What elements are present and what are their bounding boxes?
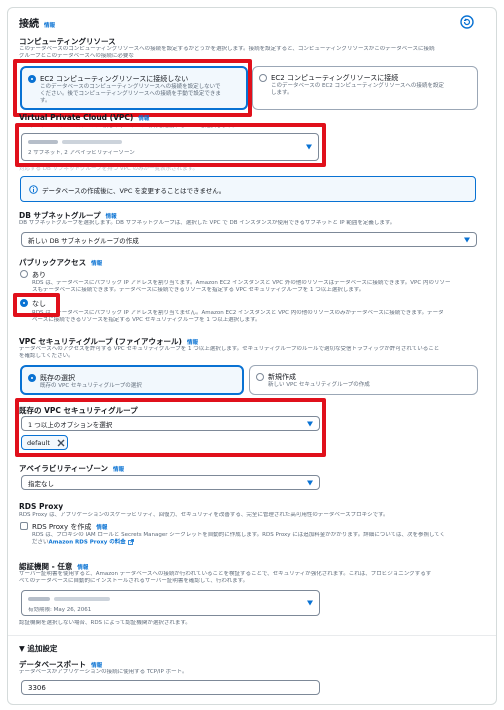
proxy-title: RDS Proxy — [19, 502, 64, 511]
connectivity-panel: 接続 情報 コンピューティングリソース このデータベースのコンピューティングリソー… — [7, 7, 497, 705]
radio-no-connect[interactable] — [28, 75, 36, 83]
additional-settings-toggle[interactable]: ▼ 追加設定 — [19, 643, 57, 654]
radio-connect[interactable] — [259, 74, 267, 82]
vpc-name-redacted — [28, 140, 58, 144]
vpc-desc: このデータベース インスタンスの仮想ネットワーク環境を定義する VPC を選択し… — [19, 123, 238, 129]
sg-existing-desc: 既存の VPC セキュリティグループの選択 — [40, 383, 142, 389]
option-no-connect-desc-2: ください。後でコンピューティングリソースへの接続を手動で設定できま — [40, 91, 221, 97]
option-no-connect-desc-3: す。 — [40, 98, 51, 104]
vpc-select[interactable]: 2 サブネット, 2 アベイラビリティーゾーン — [21, 133, 319, 161]
option-connect-title: EC2 コンピューティングリソースに接続 — [271, 74, 399, 82]
radio-sg-existing[interactable] — [28, 374, 36, 382]
port-title: データベースポート — [19, 660, 87, 669]
compute-option-no-connect[interactable]: EC2 コンピューティングリソースに接続しない このデータベースのコンピューティ… — [20, 66, 248, 110]
public-yes-desc-2: スもデータベースに接続できます。データベースに接続できるリソースを指定する VP… — [32, 287, 365, 293]
option-no-connect-title: EC2 コンピューティングリソースに接続しない — [40, 75, 189, 83]
chevron-down-icon — [307, 480, 313, 485]
vpc-note: 対応する DB サブネットグループを持つ VPC のみが一覧表示されます。 — [19, 166, 199, 172]
proxy-desc: RDS Proxy は、アプリケーションのスケーラビリティ、回復力、セキュリティ… — [19, 512, 389, 518]
chevron-down-icon — [307, 421, 313, 426]
az-header: アベイラビリティーゾーン 情報 — [19, 463, 124, 474]
option-connect-desc-1: このデータベースの EC2 コンピューティングリソースへの接続を設定 — [271, 83, 444, 89]
sg-desc-1: データベースへのアクセスを許可する VPC セキュリティグループを 1 つ以上選… — [19, 346, 440, 352]
sg-existing-title: 既存の選択 — [40, 374, 75, 382]
radio-public-yes[interactable] — [20, 270, 28, 278]
chevron-down-icon — [464, 237, 470, 242]
vpc-title: Virtual Private Cloud (VPC) — [19, 113, 134, 122]
subnet-select-value: 新しい DB サブネットグループの作成 — [28, 236, 139, 245]
port-input-value: 3306 — [28, 683, 46, 692]
az-title: アベイラビリティーゾーン — [19, 464, 109, 473]
option-no-connect-desc-1: このデータベースのコンピューティングリソースへの接続を設定しないで — [40, 84, 221, 90]
info-circle-icon — [29, 185, 38, 194]
sg-token-default: default — [21, 435, 68, 450]
chevron-down-icon — [307, 600, 313, 606]
subnet-desc: DB サブネットグループを選択します。DB サブネットグループは、選択した VP… — [19, 220, 396, 226]
radio-sg-new[interactable] — [256, 373, 264, 381]
proxy-pricing-link[interactable]: Amazon RDS Proxy の料金 — [49, 540, 126, 546]
chevron-down-icon — [306, 144, 312, 150]
public-header: パブリックアクセス 情報 — [19, 257, 102, 268]
existing-sg-select[interactable]: 1 つ以上のオプションを選択 — [21, 416, 320, 431]
existing-sg-title: 既存の VPC セキュリティグループ — [19, 406, 138, 415]
refresh-icon[interactable] — [460, 15, 474, 29]
sg-desc-2: を確認してください。 — [19, 353, 74, 359]
cert-name-redacted-1 — [28, 597, 50, 601]
section-title: 接続 — [19, 19, 39, 30]
cert-desc-1: サーバー証明書を使用すると、Amazon データベースへの接続が行われていること… — [19, 571, 432, 577]
az-info-link[interactable]: 情報 — [113, 467, 124, 473]
proxy-cb-desc-1: RDS は、プロキシの IAM ロールと Secrets Manager シーク… — [32, 532, 446, 538]
subnet-title: DB サブネットグループ — [19, 211, 101, 220]
sg-option-existing[interactable]: 既存の選択 既存の VPC セキュリティグループの選択 — [20, 365, 244, 395]
compute-desc-2: グループとこのデータベースへの接続に必要な — [19, 53, 134, 59]
public-yes-label: あり — [32, 271, 46, 279]
proxy-info-link[interactable]: 情報 — [96, 525, 107, 531]
existing-sg-placeholder: 1 つ以上のオプションを選択 — [28, 420, 113, 429]
proxy-checkbox-label-wrap: RDS Proxy を作成 情報 — [32, 522, 107, 532]
external-link-icon — [127, 539, 134, 545]
section-header: 接続 情報 — [19, 15, 55, 30]
port-input[interactable]: 3306 — [21, 680, 320, 695]
subnet-select[interactable]: 新しい DB サブネットグループの作成 — [21, 232, 477, 247]
cert-note: 認証機関を選択しない場合、RDS によって認証機関が選択されます。 — [19, 620, 191, 626]
az-select[interactable]: 指定なし — [21, 475, 320, 490]
proxy-checkbox-label: RDS Proxy を作成 — [32, 523, 92, 531]
port-desc: データベースがアプリケーションの接続に使用する TCP/IP ポート。 — [19, 669, 188, 675]
cert-name-redacted-2 — [54, 597, 110, 601]
sg-new-title: 新規作成 — [268, 373, 296, 381]
public-no-desc-1: RDS は、データベースにパブリック IP アドレスを割り当てません。Amazo… — [32, 310, 444, 316]
public-no-label: なし — [32, 300, 46, 308]
proxy-cb-desc-2-wrap: ださいAmazon RDS Proxy の料金 — [32, 539, 134, 547]
cert-expiry: 有効期限: May 26, 2061 — [28, 607, 92, 613]
cert-desc-2: べてのデータベースに自動的にインストールされるサーバー証明書を確認して、行われま… — [19, 578, 249, 584]
proxy-checkbox[interactable] — [20, 522, 28, 530]
vpc-subnet-info: 2 サブネット, 2 アベイラビリティーゾーン — [28, 150, 135, 156]
compute-option-connect[interactable]: EC2 コンピューティングリソースに接続 このデータベースの EC2 コンピュー… — [252, 66, 478, 110]
close-icon[interactable] — [57, 439, 65, 447]
option-connect-desc-2: します。 — [271, 90, 293, 96]
proxy-cb-desc-2: ださい — [32, 539, 49, 546]
divider — [8, 635, 496, 636]
compute-desc: このデータベースのコンピューティングリソースへの接続を設定するかどうかを選択しま… — [19, 46, 435, 52]
public-no-desc-2: ベースに接続できるリソースを指定する VPC セキュリティグループを 1 つ以上… — [32, 317, 261, 323]
az-select-value: 指定なし — [28, 479, 54, 488]
public-yes-desc-1: RDS は、データベースにパブリック IP アドレスを割り当てます。Amazon… — [32, 280, 451, 286]
radio-public-no[interactable] — [20, 299, 28, 307]
sg-new-desc: 新しい VPC セキュリティグループの作成 — [268, 382, 370, 388]
vpc-id-redacted — [62, 140, 122, 144]
vpc-info-alert: データベースの作成後に、VPC を変更することはできません。 — [20, 176, 476, 202]
sg-token-label: default — [27, 439, 50, 447]
cert-title: 認証機関 - 任意 — [19, 562, 73, 571]
cert-select[interactable]: 有効期限: May 26, 2061 — [21, 590, 320, 616]
sg-option-new[interactable]: 新規作成 新しい VPC セキュリティグループの作成 — [249, 365, 478, 395]
vpc-info-link[interactable]: 情報 — [138, 116, 149, 122]
sg-title: VPC セキュリティグループ (ファイアウォール) — [19, 337, 182, 346]
public-title: パブリックアクセス — [19, 258, 87, 267]
section-info-link[interactable]: 情報 — [44, 23, 55, 29]
vpc-header: Virtual Private Cloud (VPC) 情報 — [19, 113, 149, 122]
public-info-link[interactable]: 情報 — [91, 261, 102, 267]
vpc-alert-text: データベースの作成後に、VPC を変更することはできません。 — [42, 187, 226, 195]
